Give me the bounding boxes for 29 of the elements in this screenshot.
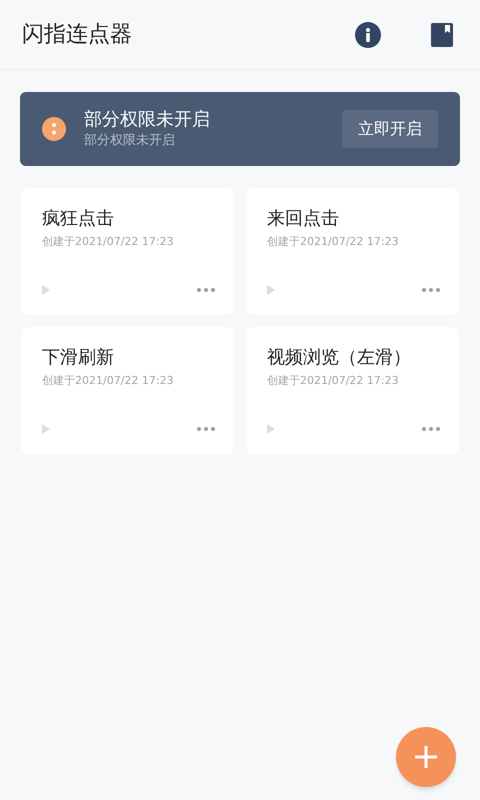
- script-name: 视频浏览（左滑）: [267, 346, 412, 370]
- warning-icon: [42, 117, 66, 141]
- book-icon[interactable]: [431, 22, 453, 46]
- play-icon[interactable]: [42, 285, 50, 295]
- plus-icon: [415, 746, 437, 768]
- more-icon[interactable]: [422, 427, 440, 431]
- add-button[interactable]: [396, 727, 456, 787]
- play-icon[interactable]: [42, 424, 50, 434]
- banner-subtitle: 部分权限未开启: [84, 132, 176, 150]
- script-card[interactable]: 下滑刷新 创建于2021/07/22 17:23: [21, 327, 234, 454]
- script-card[interactable]: 来回点击 创建于2021/07/22 17:23: [246, 188, 459, 315]
- play-icon[interactable]: [267, 285, 275, 295]
- info-icon[interactable]: [355, 22, 381, 48]
- created-time: 创建于2021/07/22 17:23: [267, 373, 400, 389]
- more-icon[interactable]: [422, 288, 440, 292]
- script-name: 来回点击: [267, 207, 340, 231]
- created-time: 创建于2021/07/22 17:23: [42, 234, 175, 250]
- more-icon[interactable]: [197, 427, 215, 431]
- script-name: 疯狂点击: [42, 207, 115, 231]
- banner-title: 部分权限未开启: [84, 108, 211, 132]
- more-icon[interactable]: [197, 288, 215, 292]
- created-time: 创建于2021/07/22 17:23: [42, 373, 175, 389]
- enable-button[interactable]: 立即开启: [342, 110, 438, 148]
- created-time: 创建于2021/07/22 17:23: [267, 234, 400, 250]
- app-title: 闪指连点器: [22, 21, 133, 49]
- script-name: 下滑刷新: [42, 346, 115, 370]
- script-card[interactable]: 视频浏览（左滑） 创建于2021/07/22 17:23: [246, 327, 459, 454]
- play-icon[interactable]: [267, 424, 275, 434]
- script-card[interactable]: 疯狂点击 创建于2021/07/22 17:23: [21, 188, 234, 315]
